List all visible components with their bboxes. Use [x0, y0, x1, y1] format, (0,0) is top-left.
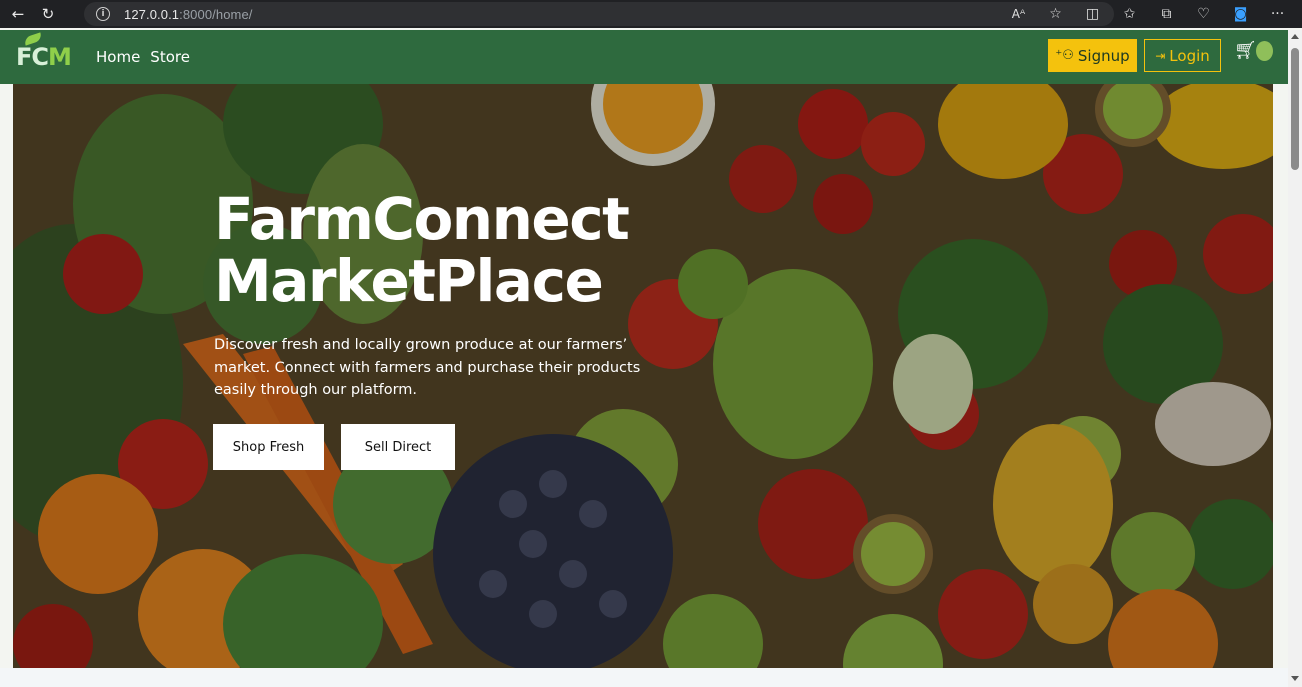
nav-link-home[interactable]: Home: [96, 48, 140, 66]
add-user-icon: ⁺⚇: [1055, 48, 1074, 63]
login-icon: ⇥: [1155, 48, 1166, 63]
hero-title-line2: MarketPlace: [214, 247, 604, 315]
sell-direct-button[interactable]: Sell Direct: [341, 424, 455, 470]
page-scrollbar[interactable]: [1288, 30, 1302, 687]
read-aloud-icon[interactable]: Aᴬ: [1000, 0, 1037, 28]
back-icon[interactable]: ←: [3, 0, 33, 28]
cart-badge: [1256, 41, 1273, 61]
info-icon[interactable]: i: [96, 7, 110, 21]
scroll-down-icon[interactable]: [1291, 676, 1299, 681]
browser-toolbar: ← ↻ i 127.0.0.1:8000/home/ Aᴬ ☆ ◫ ✩ ⧉ ♡ …: [0, 0, 1302, 28]
logo-text-m: M: [48, 43, 72, 71]
hero-description: Discover fresh and locally grown produce…: [214, 337, 641, 398]
more-icon[interactable]: ···: [1259, 0, 1296, 28]
split-screen-icon[interactable]: ◫: [1074, 0, 1111, 28]
signup-label: Signup: [1077, 46, 1130, 65]
browser-tools: Aᴬ ☆ ◫ ✩ ⧉ ♡ ◙ ···: [1012, 0, 1296, 28]
scroll-thumb[interactable]: [1291, 48, 1299, 170]
collections-icon[interactable]: ⧉: [1148, 0, 1185, 28]
nav-links: Home Store: [96, 48, 190, 66]
logo-text-fc: FC: [16, 43, 49, 71]
hero-title: FarmConnect MarketPlace: [214, 185, 630, 315]
shop-fresh-button[interactable]: Shop Fresh: [213, 424, 324, 470]
scroll-up-icon[interactable]: [1291, 34, 1299, 39]
cart-icon[interactable]: 🛒︎: [1234, 40, 1257, 61]
favorite-star-icon[interactable]: ☆: [1037, 0, 1074, 28]
page-bottom-area: [0, 668, 1288, 687]
favorites-icon[interactable]: ✩: [1111, 0, 1148, 28]
hero-title-line1: FarmConnect: [214, 185, 630, 253]
url-path: :8000/home/: [179, 6, 253, 22]
edge-icon[interactable]: ◙: [1222, 0, 1259, 28]
site-navbar: FC M Home Store ⁺⚇ Signup ⇥ Login 🛒︎: [0, 30, 1288, 84]
url-text[interactable]: 127.0.0.1:8000/home/: [124, 7, 253, 22]
hero-section: FarmConnect MarketPlace Discover fresh a…: [13, 84, 1273, 668]
login-label: Login: [1169, 46, 1210, 65]
signup-button[interactable]: ⁺⚇ Signup: [1048, 39, 1137, 72]
fcm-logo[interactable]: FC M: [16, 43, 72, 71]
address-bar[interactable]: i 127.0.0.1:8000/home/: [84, 2, 1114, 26]
login-button[interactable]: ⇥ Login: [1144, 39, 1221, 72]
reload-icon[interactable]: ↻: [33, 0, 63, 28]
nav-link-store[interactable]: Store: [150, 48, 190, 66]
url-host: 127.0.0.1: [124, 6, 180, 22]
health-icon[interactable]: ♡: [1185, 0, 1222, 28]
